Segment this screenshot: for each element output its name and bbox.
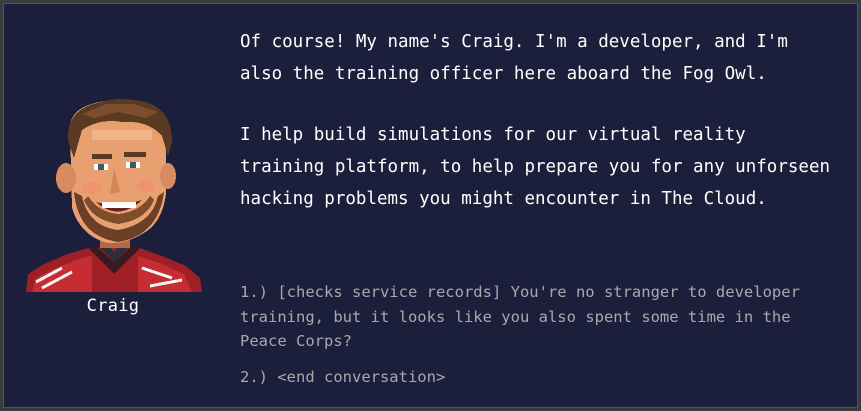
dialogue-option-1[interactable]: 1.) [checks service records] You're no s…: [240, 280, 840, 354]
speaker-name: Craig: [86, 296, 140, 316]
dialogue-option-2[interactable]: 2.) <end conversation>: [240, 365, 840, 390]
dialog-box: Craig Of course! My name's Craig. I'm a …: [3, 3, 858, 408]
speech-text: Of course! My name's Craig. I'm a develo…: [240, 26, 840, 244]
speech-paragraph-2: I help build simulations for our virtual…: [240, 125, 831, 209]
dialogue-options: 1.) [checks service records] You're no s…: [240, 280, 840, 400]
speech-paragraph-1: Of course! My name's Craig. I'm a develo…: [240, 32, 788, 84]
speaker-portrait: [22, 96, 204, 292]
craig-portrait-image: [26, 99, 202, 292]
